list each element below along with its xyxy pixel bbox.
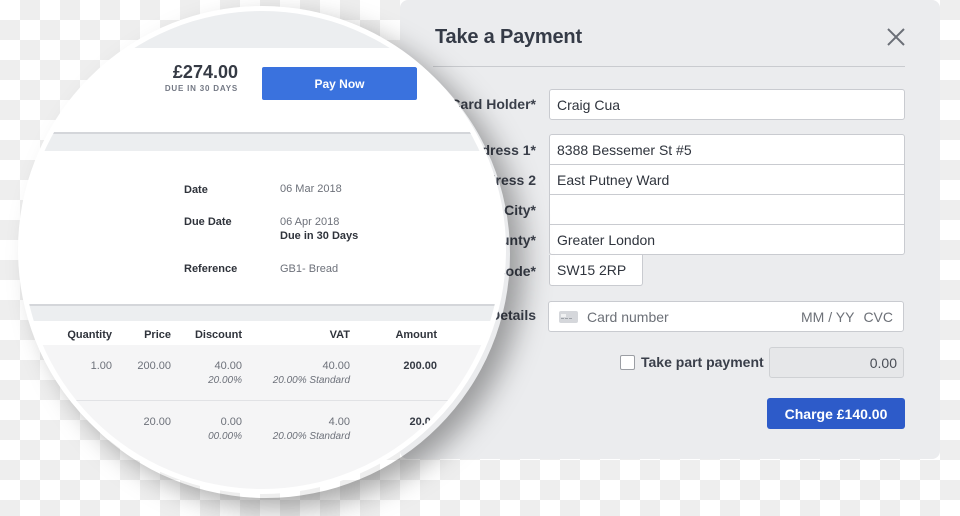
county-value: Greater London [557, 231, 656, 248]
cell-vat-rate: 20.00% Standard [272, 375, 350, 386]
column-header-quantity: Quantity [67, 329, 112, 341]
detail-label-reference: Reference [184, 263, 238, 275]
card-holder-input[interactable]: Craig Cua [549, 89, 905, 120]
detail-value-reference: GB1- Bread [280, 263, 339, 275]
close-icon [887, 28, 905, 46]
detail-value-due-date: 06 Apr 2018 [280, 216, 340, 228]
part-payment-amount-value: 0.00 [869, 354, 897, 371]
card-cvc-placeholder: CVC [863, 308, 893, 325]
address2-input[interactable]: East Putney Ward [549, 165, 905, 195]
cell-discount-pct: 00.00% [208, 431, 242, 442]
amount-due: £274.00 [172, 62, 238, 82]
cell-vat-rate: 20.00% Standard [272, 431, 350, 442]
column-header-amount: Amount [395, 329, 437, 341]
cell-discount: 40.00 [214, 360, 242, 372]
title-divider [433, 66, 905, 67]
city-label: City* [504, 202, 536, 218]
close-button[interactable] [884, 25, 908, 49]
part-payment-checkbox[interactable] [620, 355, 635, 370]
cell-vat: 40.00 [322, 360, 350, 372]
card-expiry-placeholder: MM / YY [801, 308, 855, 325]
city-input[interactable] [549, 195, 905, 225]
detail-label-due-date: Due Date [184, 216, 232, 228]
invoice-magnifier: £274.00 DUE IN 30 DAYS Pay Now Date 06 M… [18, 6, 506, 494]
section-divider [23, 132, 501, 151]
address2-value: East Putney Ward [557, 171, 670, 188]
address1-input[interactable]: 8388 Bessemer St #5 [549, 134, 905, 165]
invoice-top-band [23, 11, 501, 48]
cell-amount: 200.00 [403, 360, 437, 372]
card-number-placeholder: Card number [587, 308, 669, 325]
address1-value: 8388 Bessemer St #5 [557, 141, 692, 158]
card-details-input[interactable]: Card number MM / YY CVC [548, 301, 904, 332]
cell-vat: 4.00 [328, 416, 350, 428]
cell-price: 200.00 [137, 360, 171, 372]
detail-sub-due-date: Due in 30 Days [280, 230, 359, 242]
card-holder-value: Craig Cua [557, 96, 621, 113]
due-caption: DUE IN 30 DAYS [164, 84, 238, 93]
postcode-value: SW15 2RP [557, 262, 627, 278]
column-header-discount: Discount [194, 329, 242, 341]
cell-price: 20.00 [143, 416, 171, 428]
column-header-vat: VAT [329, 329, 350, 341]
detail-value-date: 06 Mar 2018 [280, 183, 342, 195]
part-payment-label[interactable]: Take part payment [641, 354, 764, 370]
charge-button[interactable]: Charge £140.00 [767, 398, 905, 429]
credit-card-icon [559, 310, 578, 323]
cell-amount: 20.00 [409, 416, 437, 428]
part-payment-amount-input[interactable]: 0.00 [769, 347, 904, 378]
detail-label-date: Date [184, 184, 208, 196]
pay-now-button[interactable]: Pay Now [262, 67, 417, 100]
cell-quantity: 1.00 [90, 360, 112, 372]
cell-discount-pct: 20.00% [208, 375, 242, 386]
row-divider [40, 400, 470, 401]
cell-discount: 0.00 [220, 416, 242, 428]
column-header-price: Price [144, 329, 171, 341]
section-divider [23, 304, 501, 321]
postcode-input[interactable]: SW15 2RP [549, 255, 643, 286]
county-input[interactable]: Greater London [549, 225, 905, 255]
